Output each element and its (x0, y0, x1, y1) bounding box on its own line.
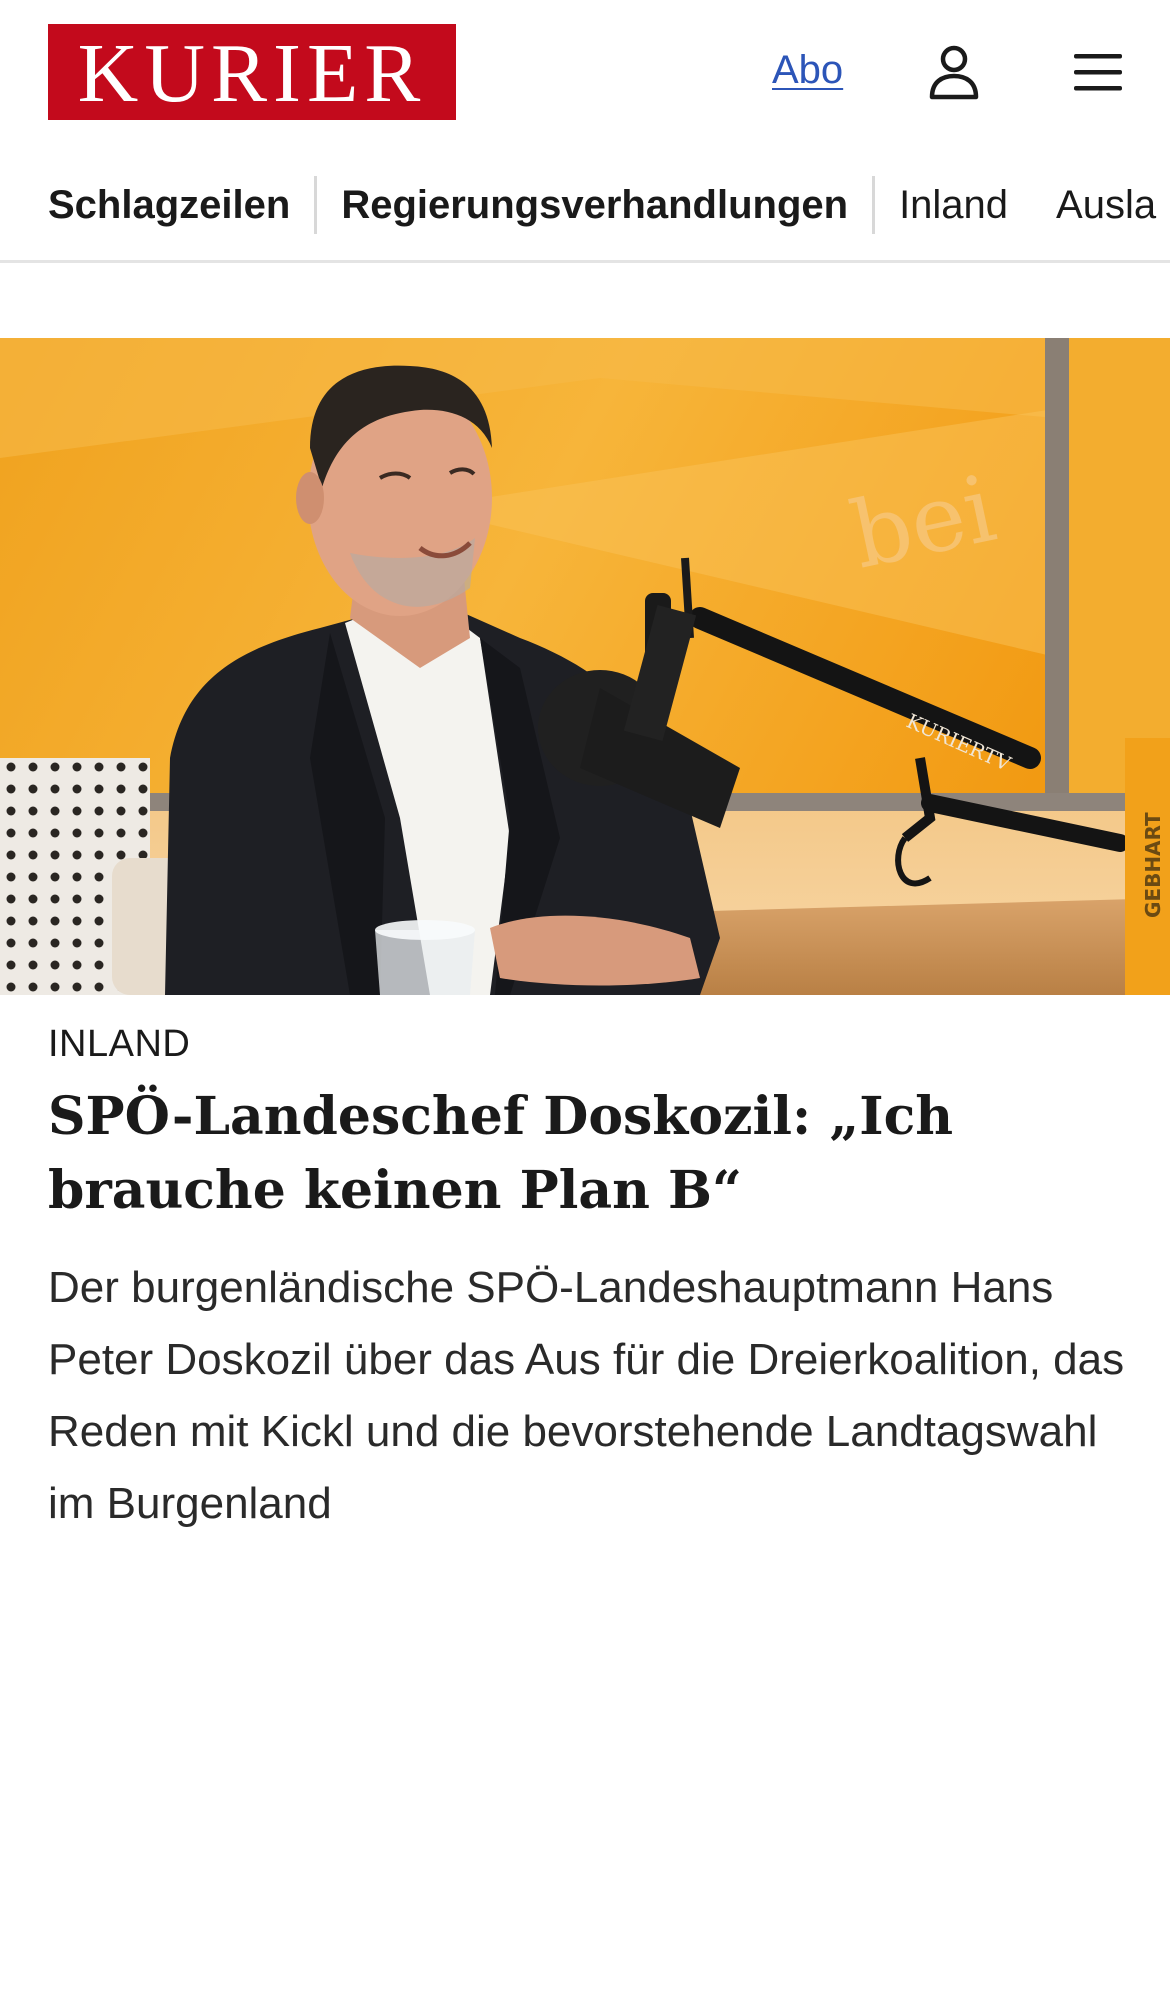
kurier-logo[interactable]: KURIER (48, 24, 456, 120)
nav-divider (314, 176, 318, 234)
nav-item-inland[interactable]: Inland (899, 183, 1008, 228)
site-header: KURIER Abo (0, 0, 1170, 155)
article-category[interactable]: INLAND (48, 1020, 1128, 1068)
article-teaser-text: Der burgenländische SPÖ-Landeshauptmann … (48, 1263, 1125, 1528)
article-hero-image[interactable]: bei KURIERTV GEBHART (0, 338, 1170, 995)
section-nav: Schlagzeilen Regierungsverhandlungen Inl… (0, 155, 1170, 263)
nav-item-regierungsverhandlungen[interactable]: Regierungsverhandlungen (341, 183, 848, 228)
book-label: GEBHART (1141, 812, 1165, 918)
nav-divider (872, 176, 876, 234)
abo-link[interactable]: Abo (772, 48, 843, 93)
nav-item-ausland[interactable]: Ausla (1056, 183, 1156, 228)
logo-text: KURIER (77, 27, 427, 120)
nav-item-schlagzeilen[interactable]: Schlagzeilen (48, 183, 290, 228)
article-teaser: INLAND SPÖ-Landeschef Doskozil: „Ich bra… (48, 1020, 1128, 1540)
hamburger-menu-icon[interactable] (1072, 50, 1124, 94)
user-icon[interactable] (928, 44, 980, 100)
article-headline[interactable]: SPÖ-Landeschef Doskozil: „Ich brauche ke… (48, 1080, 1128, 1228)
